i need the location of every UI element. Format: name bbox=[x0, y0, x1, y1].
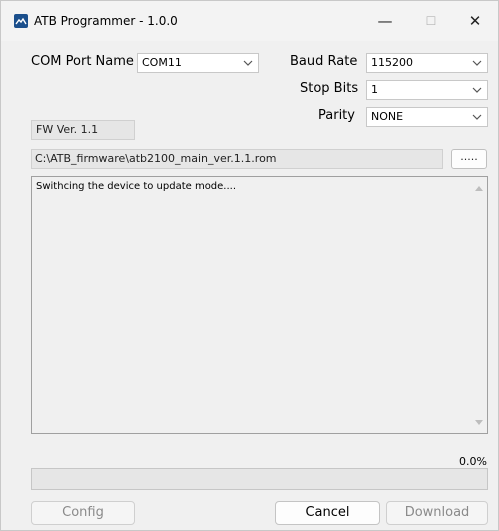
baud-rate-label: Baud Rate bbox=[290, 54, 358, 69]
baud-rate-value: 115200 bbox=[371, 56, 413, 69]
scroll-down-arrow-icon[interactable] bbox=[475, 420, 483, 425]
com-port-select[interactable]: COM11 bbox=[137, 53, 259, 73]
firmware-path-field: C:\ATB_firmware\atb2100_main_ver.1.1.rom bbox=[31, 149, 443, 169]
progress-bar bbox=[31, 468, 488, 490]
app-window: ATB Programmer - 1.0.0 — ☐ ✕ COM Port Na… bbox=[0, 0, 499, 531]
maximize-button[interactable]: ☐ bbox=[408, 1, 454, 41]
close-button[interactable]: ✕ bbox=[452, 1, 498, 41]
com-port-value: COM11 bbox=[142, 56, 182, 69]
stop-bits-select[interactable]: 1 bbox=[366, 80, 488, 100]
minimize-button[interactable]: — bbox=[362, 1, 408, 41]
scroll-up-arrow-icon[interactable] bbox=[475, 186, 483, 191]
baud-rate-select[interactable]: 115200 bbox=[366, 53, 488, 73]
chevron-down-icon bbox=[472, 87, 482, 93]
browse-button[interactable]: ..... bbox=[451, 149, 487, 169]
chevron-down-icon bbox=[243, 60, 253, 66]
log-text: Swithcing the device to update mode.... bbox=[36, 181, 237, 192]
app-logo-icon bbox=[14, 14, 28, 28]
cancel-button[interactable]: Cancel bbox=[275, 501, 380, 525]
parity-select[interactable]: NONE bbox=[366, 107, 488, 127]
log-textarea[interactable]: Swithcing the device to update mode.... bbox=[31, 176, 488, 434]
parity-label: Parity bbox=[318, 108, 355, 123]
stop-bits-value: 1 bbox=[371, 83, 378, 96]
com-port-label: COM Port Name bbox=[31, 54, 134, 69]
firmware-version: FW Ver. 1.1 bbox=[31, 120, 135, 140]
config-button[interactable]: Config bbox=[31, 501, 135, 525]
stop-bits-label: Stop Bits bbox=[300, 81, 359, 96]
title-bar[interactable]: ATB Programmer - 1.0.0 — ☐ ✕ bbox=[1, 1, 498, 41]
parity-value: NONE bbox=[371, 110, 404, 123]
progress-percent: 0.0% bbox=[459, 455, 487, 468]
chevron-down-icon bbox=[472, 60, 482, 66]
window-title: ATB Programmer - 1.0.0 bbox=[34, 14, 178, 28]
chevron-down-icon bbox=[472, 114, 482, 120]
download-button[interactable]: Download bbox=[386, 501, 488, 525]
